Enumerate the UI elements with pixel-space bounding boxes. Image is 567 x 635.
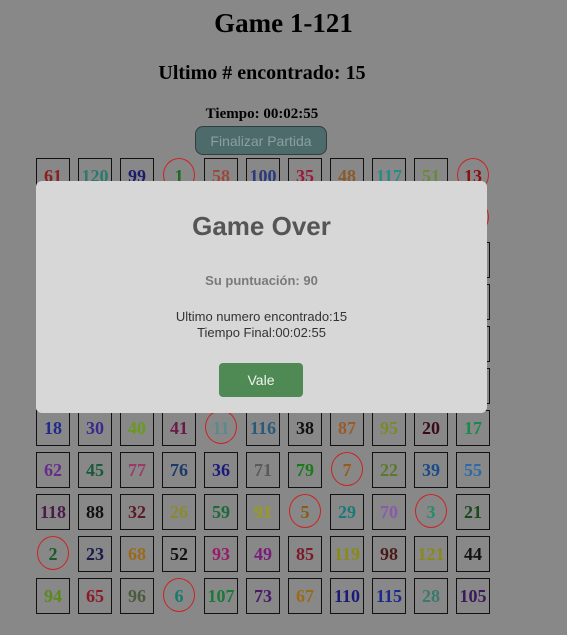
grid-cell[interactable]: 40: [120, 410, 154, 446]
last-number-text: Ultimo numero encontrado:15: [175, 309, 348, 324]
grid-cell[interactable]: 30: [78, 410, 112, 446]
grid-cell[interactable]: 28: [414, 578, 448, 614]
grid-cell[interactable]: 67: [288, 578, 322, 614]
grid-cell[interactable]: 39: [414, 452, 448, 488]
grid-cell[interactable]: 96: [120, 578, 154, 614]
grid-cell[interactable]: 110: [330, 578, 364, 614]
grid-cell[interactable]: 20: [414, 410, 448, 446]
grid-cell[interactable]: 22: [372, 452, 406, 488]
grid-cell[interactable]: 55: [456, 452, 490, 488]
grid-cell-found[interactable]: 3: [414, 494, 448, 530]
grid-cell[interactable]: 77: [120, 452, 154, 488]
grid-cell[interactable]: 94: [36, 578, 70, 614]
accept-button[interactable]: Vale: [219, 363, 303, 397]
grid-cell[interactable]: 36: [204, 452, 238, 488]
game-over-dialog: Game Over Su puntuación: 90 Ultimo numer…: [36, 181, 487, 413]
grid-cell[interactable]: 95: [372, 410, 406, 446]
grid-cell[interactable]: 18: [36, 410, 70, 446]
grid-cell[interactable]: 49: [246, 536, 280, 572]
grid-cell[interactable]: 85: [288, 536, 322, 572]
grid-cell[interactable]: 62: [36, 452, 70, 488]
grid-cell[interactable]: 26: [162, 494, 196, 530]
grid-cell[interactable]: 105: [456, 578, 490, 614]
grid-cell[interactable]: 118: [36, 494, 70, 530]
grid-cell[interactable]: 45: [78, 452, 112, 488]
grid-cell[interactable]: 93: [204, 536, 238, 572]
grid-cell[interactable]: 119: [330, 536, 364, 572]
grid-cell[interactable]: 29: [330, 494, 364, 530]
grid-cell[interactable]: 115: [372, 578, 406, 614]
grid-cell-found[interactable]: 6: [162, 578, 196, 614]
grid-cell[interactable]: 79: [288, 452, 322, 488]
grid-cell[interactable]: 32: [120, 494, 154, 530]
final-time-text: Tiempo Final:00:02:55: [197, 325, 326, 340]
grid-cell[interactable]: 88: [78, 494, 112, 530]
grid-cell[interactable]: 21: [456, 494, 490, 530]
grid-cell[interactable]: 107: [204, 578, 238, 614]
grid-cell[interactable]: 70: [372, 494, 406, 530]
grid-cell[interactable]: 68: [120, 536, 154, 572]
score-text: Su puntuación: 90: [205, 273, 318, 288]
grid-cell-found[interactable]: 7: [330, 452, 364, 488]
grid-cell[interactable]: 71: [246, 452, 280, 488]
grid-cell[interactable]: 17: [456, 410, 490, 446]
grid-cell[interactable]: 76: [162, 452, 196, 488]
grid-cell-found[interactable]: 2: [36, 536, 70, 572]
grid-cell[interactable]: 38: [288, 410, 322, 446]
grid-cell[interactable]: 52: [162, 536, 196, 572]
dialog-title: Game Over: [192, 211, 331, 241]
grid-cell-found[interactable]: 5: [288, 494, 322, 530]
grid-cell[interactable]: 73: [246, 578, 280, 614]
grid-cell[interactable]: 59: [204, 494, 238, 530]
grid-cell[interactable]: 44: [456, 536, 490, 572]
grid-cell[interactable]: 91: [246, 494, 280, 530]
grid-cell[interactable]: 116: [246, 410, 280, 446]
grid-cell[interactable]: 65: [78, 578, 112, 614]
grid-cell[interactable]: 23: [78, 536, 112, 572]
grid-cell[interactable]: 121: [414, 536, 448, 572]
grid-cell-found[interactable]: 11: [204, 410, 238, 446]
grid-cell[interactable]: 98: [372, 536, 406, 572]
grid-cell[interactable]: 87: [330, 410, 364, 446]
grid-cell[interactable]: 41: [162, 410, 196, 446]
